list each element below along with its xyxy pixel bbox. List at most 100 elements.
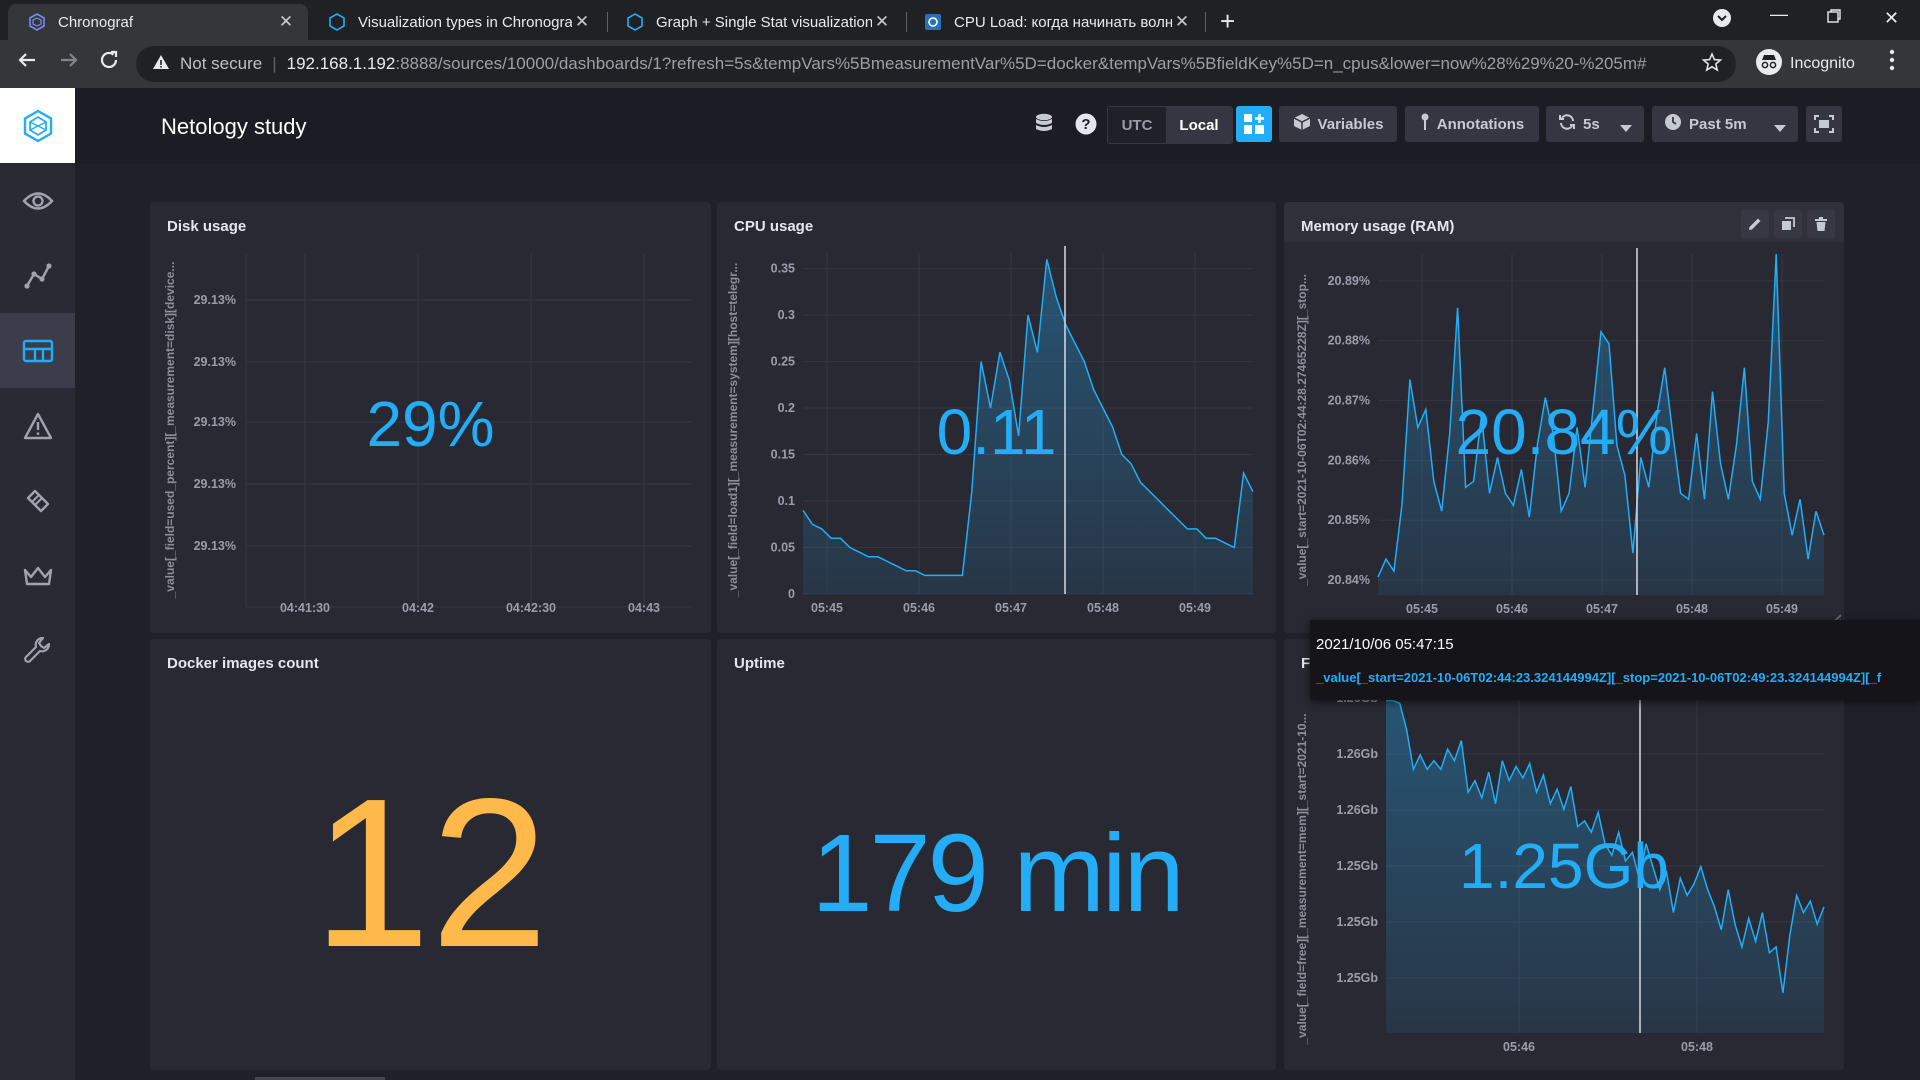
dashboard-cell-disk-usage[interactable]: _value[_field=used_percent][_measurement… — [150, 202, 711, 633]
browser-tab[interactable]: Graph + Single Stat visualization ✕ — [606, 4, 904, 40]
cube-icon — [1293, 113, 1311, 135]
tooltip-series-value: _value[_start=2021-10-06T02:44:23.324144… — [1316, 670, 1882, 685]
clone-cell-button[interactable] — [1774, 210, 1802, 238]
add-cell-icon — [1244, 114, 1264, 134]
x-tick-label: 05:46 — [1503, 1040, 1535, 1054]
new-tab-button[interactable]: + — [1220, 6, 1235, 37]
variables-label: Variables — [1317, 115, 1384, 133]
warning-icon[interactable] — [152, 53, 170, 76]
annotations-button[interactable]: Annotations — [1405, 106, 1539, 142]
tab-separator — [1205, 12, 1206, 32]
close-icon[interactable]: ✕ — [572, 12, 592, 32]
refresh-icon — [1558, 113, 1576, 135]
refresh-interval-dropdown[interactable]: 5s — [1546, 106, 1644, 142]
close-icon[interactable]: ✕ — [1172, 12, 1192, 32]
maximize-icon[interactable] — [1826, 8, 1842, 29]
browser-tab[interactable]: CPU Load: когда начинать волноваться ✕ — [904, 4, 1204, 40]
dashboard-cell-docker-images-count[interactable]: Docker images count 12 — [150, 639, 711, 1070]
dashboards-grid-icon[interactable] — [0, 313, 75, 388]
minimize-icon[interactable]: — — [1770, 4, 1788, 25]
database-icon[interactable] — [1035, 113, 1053, 140]
x-tick-label: 05:49 — [1179, 601, 1211, 615]
single-stat-value: 179 min — [811, 812, 1184, 935]
single-stat-value: 12 — [312, 754, 549, 991]
forward-icon[interactable] — [58, 49, 80, 77]
profile-button[interactable]: Incognito — [1756, 48, 1855, 80]
back-icon[interactable] — [16, 49, 38, 77]
svg-text:?: ? — [1081, 116, 1090, 133]
browser-tab[interactable]: Visualization types in Chronograf ✕ — [308, 4, 604, 40]
annotation-pin-icon — [1420, 113, 1430, 135]
x-tick-label: 04:42 — [402, 601, 434, 615]
caret-down-icon — [1774, 120, 1786, 137]
browser-toolbar: Not secure | 192.168.1.192 :8888/sources… — [0, 40, 1920, 88]
x-tick-label: 05:45 — [1406, 602, 1438, 616]
x-tick-label: 05:48 — [1681, 1040, 1713, 1054]
chronograf-icon — [328, 13, 346, 31]
dashboard-cell-uptime[interactable]: Uptime 179 min — [717, 639, 1276, 1070]
dashboard-cell-cpu-usage[interactable]: _value[_field=load1][_measurement=system… — [717, 202, 1276, 633]
y-tick-label: 29.13% — [194, 293, 236, 307]
tab-search-icon[interactable] — [1712, 8, 1732, 33]
close-window-icon[interactable]: ✕ — [1884, 8, 1899, 29]
address-bar[interactable]: Not secure | 192.168.1.192 :8888/sources… — [136, 46, 1736, 82]
y-tick-label: 20.88% — [1328, 334, 1370, 348]
copy-icon — [1782, 217, 1795, 230]
time-range-dropdown[interactable]: Past 5m — [1652, 106, 1798, 142]
close-icon[interactable]: ✕ — [872, 12, 892, 32]
dashboard-cell-free-memory[interactable]: _value[_field=free][_measurement=mem][_s… — [1284, 639, 1844, 1070]
local-toggle-button[interactable]: Local — [1166, 107, 1232, 143]
utc-toggle-button[interactable]: UTC — [1108, 107, 1166, 143]
page-title[interactable]: Netology study — [161, 114, 307, 140]
log-viewer-icon[interactable] — [0, 463, 75, 538]
x-tick-label: 04:43 — [628, 601, 660, 615]
edit-cell-button[interactable] — [1741, 210, 1769, 238]
help-icon[interactable]: ? — [1075, 113, 1097, 140]
gear-icon — [924, 13, 942, 31]
alerting-warning-icon[interactable] — [0, 388, 75, 463]
y-tick-label: 1.25Gb — [1336, 971, 1378, 985]
y-tick-label: 29.13% — [194, 477, 236, 491]
chronograf-icon — [626, 13, 644, 31]
browser-tab-strip: Chronograf ✕ Visualization types in Chro… — [0, 0, 1920, 40]
presentation-mode-button[interactable] — [1806, 106, 1842, 142]
configuration-wrench-icon[interactable] — [0, 613, 75, 688]
tooltip-timestamp: 2021/10/06 05:47:15 — [1316, 636, 1454, 653]
caret-down-icon — [1620, 120, 1632, 137]
cell-title: Memory usage (RAM) — [1301, 218, 1455, 235]
y-tick-label: 1.26Gb — [1336, 747, 1378, 761]
bookmark-star-icon[interactable] — [1701, 51, 1723, 77]
security-label[interactable]: Not secure — [180, 54, 262, 74]
url-host: 192.168.1.192 — [286, 54, 396, 73]
y-tick-label: 1.26Gb — [1336, 803, 1378, 817]
y-tick-label: 0.25 — [771, 355, 795, 369]
chronograf-icon — [28, 13, 46, 31]
cell-title: F — [1301, 655, 1311, 672]
y-tick-label: 1.25Gb — [1336, 915, 1378, 929]
menu-kebab-icon[interactable] — [1888, 48, 1896, 78]
admin-crown-icon[interactable] — [0, 538, 75, 613]
variables-button[interactable]: Variables — [1279, 106, 1397, 142]
clock-icon — [1664, 113, 1682, 135]
chronograf-logo[interactable] — [0, 88, 75, 163]
cell-title: CPU usage — [734, 218, 814, 235]
dashboard-cell-memory-usage[interactable]: _value[_start=2021-10-06T02:44:28.274652… — [1284, 202, 1844, 633]
graph-hover-tooltip: 2021/10/06 05:47:15 _value[_start=2021-1… — [1310, 620, 1920, 700]
y-tick-label: 29.13% — [194, 355, 236, 369]
delete-cell-button[interactable] — [1807, 210, 1835, 238]
y-tick-label: 0.05 — [771, 541, 795, 555]
data-explorer-graph-icon[interactable] — [0, 238, 75, 313]
time-range-label: Past 5m — [1689, 115, 1747, 133]
y-tick-label: 20.84% — [1328, 573, 1370, 587]
y-tick-label: 0.3 — [778, 308, 795, 322]
tab-title: Graph + Single Stat visualization — [656, 13, 872, 31]
browser-tab[interactable]: Chronograf ✕ — [8, 4, 308, 40]
single-stat-value: 0.11 — [936, 396, 1057, 468]
add-cell-button[interactable] — [1236, 106, 1272, 142]
close-icon[interactable]: ✕ — [276, 12, 296, 32]
reload-icon[interactable] — [98, 49, 120, 77]
y-tick-label: 20.89% — [1328, 274, 1370, 288]
host-list-eye-icon[interactable] — [0, 163, 75, 238]
single-stat-value: 20.84% — [1455, 396, 1673, 468]
dashboard-header: Netology study ? UTC Local Variables Ann… — [75, 88, 1920, 164]
